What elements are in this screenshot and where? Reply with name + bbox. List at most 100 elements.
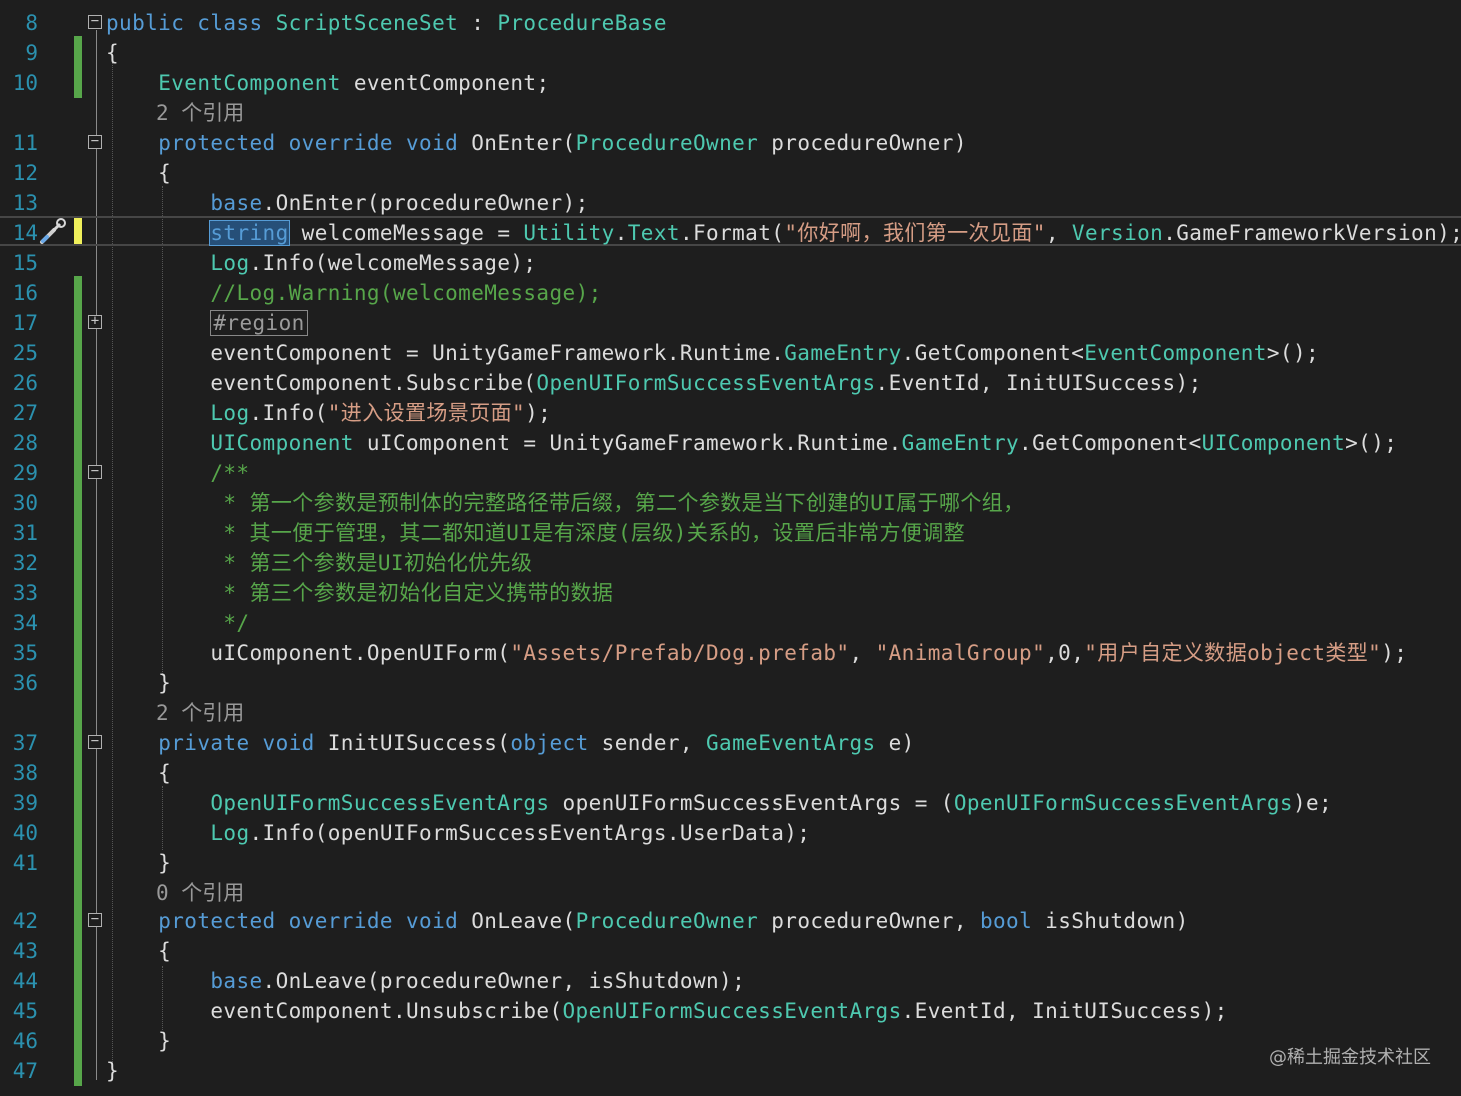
code-line[interactable]: 11 − protected override void OnEnter(Proc… (0, 128, 1461, 158)
code-line[interactable]: 26 eventComponent.Subscribe(OpenUIFormSu… (0, 368, 1461, 398)
code-token: } (106, 1059, 120, 1083)
code-text[interactable]: #region (106, 308, 308, 338)
code-text[interactable]: * 第三个参数是初始化自定义携带的数据 (106, 578, 613, 608)
line-number: 36 (12, 671, 38, 695)
code-text[interactable]: { (106, 38, 119, 68)
code-text[interactable]: protected override void OnLeave(Procedur… (106, 906, 1189, 936)
code-text[interactable]: { (106, 758, 171, 788)
code-line[interactable]: 31 * 其一便于管理，其二都知道UI是有深度(层级)关系的，设置后非常方便调整 (0, 518, 1461, 548)
code-text[interactable]: eventComponent.Subscribe(OpenUIFormSucce… (106, 368, 1202, 398)
code-line[interactable]: 25 eventComponent = UnityGameFramework.R… (0, 338, 1461, 368)
code-token: "进入设置场景页面" (327, 401, 526, 425)
code-text[interactable]: protected override void OnEnter(Procedur… (106, 128, 967, 158)
code-line[interactable]: 9{ (0, 38, 1461, 68)
code-text[interactable]: } (106, 668, 171, 698)
code-token: * 第三个参数是UI初始化优先级 (106, 551, 533, 575)
code-token: Version (1071, 221, 1164, 245)
code-line[interactable]: 10 EventComponent eventComponent; (0, 68, 1461, 98)
code-line[interactable]: 38 { (0, 758, 1461, 788)
code-line[interactable]: 12 { (0, 158, 1461, 188)
code-text[interactable]: UIComponent uIComponent = UnityGameFrame… (106, 428, 1397, 458)
code-text[interactable]: string welcomeMessage = Utility.Text.For… (106, 218, 1461, 248)
code-text[interactable]: base.OnLeave(procedureOwner, isShutdown)… (106, 966, 745, 996)
code-token: Log (210, 821, 250, 845)
codelens-references-link[interactable]: 2 个引用 (156, 698, 244, 728)
expand-outline-icon[interactable]: + (88, 314, 102, 329)
code-line[interactable]: 15 Log.Info(welcomeMessage); (0, 248, 1461, 278)
code-text[interactable]: Log.Info("进入设置场景页面"); (106, 398, 551, 428)
code-line[interactable]: 37 − private void InitUISuccess(object se… (0, 728, 1461, 758)
code-text[interactable]: EventComponent eventComponent; (106, 68, 550, 98)
collapse-outline-icon[interactable]: − (88, 134, 102, 149)
watermark: @稀土掘金技术社区 (1269, 1047, 1431, 1068)
code-text[interactable]: Log.Info(welcomeMessage); (106, 248, 536, 278)
code-text[interactable]: Log.Info(openUIFormSuccessEventArgs.User… (106, 818, 810, 848)
code-text[interactable]: OpenUIFormSuccessEventArgs openUIFormSuc… (106, 788, 1332, 818)
collapse-outline-icon[interactable]: − (88, 734, 102, 749)
code-token: eventComponent.Unsubscribe( (106, 999, 563, 1023)
code-text[interactable]: } (106, 1056, 119, 1086)
code-token: private void (158, 731, 328, 755)
quick-actions-screwdriver-icon[interactable] (38, 218, 68, 246)
codelens-references-link[interactable]: 0 个引用 (156, 878, 244, 908)
code-text[interactable]: public class ScriptSceneSet : ProcedureB… (106, 8, 667, 38)
code-text[interactable]: base.OnEnter(procedureOwner); (106, 188, 589, 218)
code-text[interactable]: { (106, 936, 171, 966)
line-number: 30 (12, 491, 38, 515)
code-text[interactable]: */ (106, 608, 249, 638)
collapse-outline-icon[interactable]: − (88, 14, 102, 29)
codelens-reference-count[interactable]: 0 个引用 (0, 878, 1461, 908)
codelens-reference-count[interactable]: 2 个引用 (0, 98, 1461, 128)
code-line[interactable]: 44 base.OnLeave(procedureOwner, isShutdo… (0, 966, 1461, 996)
code-line[interactable]: 16 //Log.Warning(welcomeMessage); (0, 278, 1461, 308)
code-line[interactable]: 8 − public class ScriptSceneSet : Procedur… (0, 8, 1461, 38)
code-line[interactable]: 27 Log.Info("进入设置场景页面"); (0, 398, 1461, 428)
code-line[interactable]: 13 base.OnEnter(procedureOwner); (0, 188, 1461, 218)
code-line[interactable]: 45 eventComponent.Unsubscribe(OpenUIForm… (0, 996, 1461, 1026)
line-number: 38 (12, 761, 38, 785)
codelens-reference-count[interactable]: 2 个引用 (0, 698, 1461, 728)
code-line[interactable]: 46 } (0, 1026, 1461, 1056)
code-text[interactable]: * 其一便于管理，其二都知道UI是有深度(层级)关系的，设置后非常方便调整 (106, 518, 965, 548)
code-line[interactable]: 40 Log.Info(openUIFormSuccessEventArgs.U… (0, 818, 1461, 848)
code-line[interactable]: 47} (0, 1056, 1461, 1086)
code-text[interactable]: /** (106, 458, 249, 488)
code-line[interactable]: 35 uIComponent.OpenUIForm("Assets/Prefab… (0, 638, 1461, 668)
code-line[interactable]: 34 */ (0, 608, 1461, 638)
code-line[interactable]: 43 { (0, 936, 1461, 966)
code-text[interactable]: eventComponent = UnityGameFramework.Runt… (106, 338, 1319, 368)
code-text[interactable]: { (106, 158, 171, 188)
code-token: Text (627, 221, 680, 245)
code-line[interactable]: 39 OpenUIFormSuccessEventArgs openUIForm… (0, 788, 1461, 818)
collapse-outline-icon[interactable]: − (88, 464, 102, 479)
code-editor[interactable]: 8− public class ScriptSceneSet : Procedur… (0, 0, 1461, 1096)
code-line[interactable]: 28 UIComponent uIComponent = UnityGameFr… (0, 428, 1461, 458)
code-token: protected override void (158, 131, 472, 155)
line-number: 14 (12, 221, 38, 245)
code-line[interactable]: 41 } (0, 848, 1461, 878)
code-text[interactable]: private void InitUISuccess(object sender… (106, 728, 915, 758)
code-line[interactable]: 17 + #region (0, 308, 1461, 338)
code-line[interactable]: 32 * 第三个参数是UI初始化优先级 (0, 548, 1461, 578)
code-line[interactable]: 36 } (0, 668, 1461, 698)
code-line[interactable]: 29 − /** (0, 458, 1461, 488)
code-token: UIComponent (210, 431, 354, 455)
code-line[interactable]: 30 * 第一个参数是预制体的完整路径带后缀，第二个参数是当下创建的UI属于哪个… (0, 488, 1461, 518)
code-text[interactable]: //Log.Warning(welcomeMessage); (106, 278, 602, 308)
collapse-outline-icon[interactable]: − (88, 912, 102, 927)
line-number: 27 (12, 401, 38, 425)
code-line[interactable]: 14 string welcomeMessage = Utility.Text.… (0, 216, 1461, 246)
code-text[interactable]: * 第一个参数是预制体的完整路径带后缀，第二个参数是当下创建的UI属于哪个组， (106, 488, 1025, 518)
code-text[interactable]: uIComponent.OpenUIForm("Assets/Prefab/Do… (106, 638, 1407, 668)
line-number: 32 (12, 551, 38, 575)
code-text[interactable]: eventComponent.Unsubscribe(OpenUIFormSuc… (106, 996, 1228, 1026)
code-line[interactable]: 33 * 第三个参数是初始化自定义携带的数据 (0, 578, 1461, 608)
code-text[interactable]: } (106, 848, 171, 878)
codelens-references-link[interactable]: 2 个引用 (156, 98, 244, 128)
code-token: GameEntry (784, 341, 902, 365)
code-token: OpenUIFormSuccessEventArgs (210, 791, 550, 815)
code-line[interactable]: 42 − protected override void OnLeave(Proc… (0, 906, 1461, 936)
code-text[interactable]: } (106, 1026, 171, 1056)
code-text[interactable]: * 第三个参数是UI初始化优先级 (106, 548, 532, 578)
